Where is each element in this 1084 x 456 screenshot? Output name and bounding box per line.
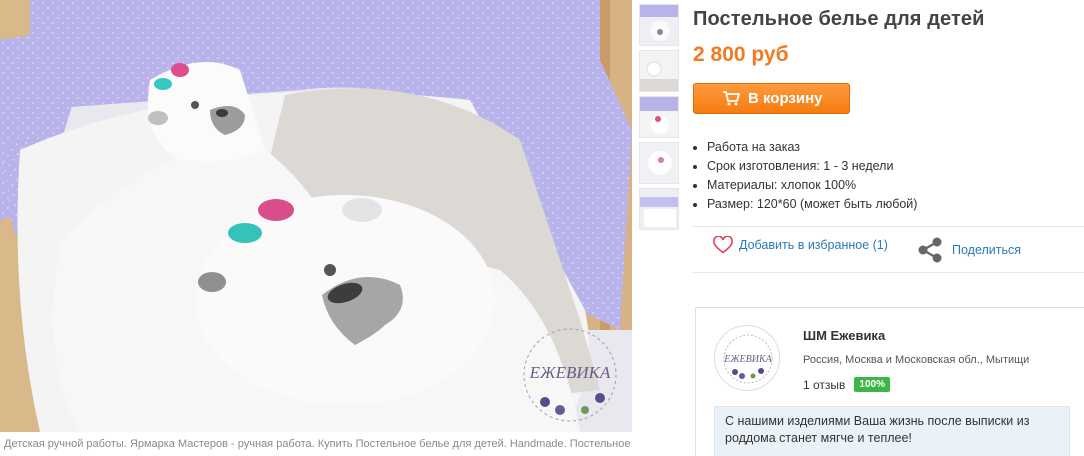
shop-card: ЕЖЕВИКА ШМ Ежевика Россия, Москва и Моск…: [695, 307, 1084, 456]
divider: [693, 272, 1084, 273]
product-features: Работа на заказ Срок изготовления: 1 - 3…: [693, 138, 1084, 214]
main-product-photo[interactable]: ЕЖЕВИКА: [0, 0, 632, 432]
shop-reviews: 1 отзыв 100%: [803, 377, 890, 392]
shop-logo-image: ЕЖЕВИКА: [718, 329, 778, 389]
thumbnail-5[interactable]: [639, 188, 679, 230]
share-link[interactable]: Поделиться: [916, 236, 1021, 264]
divider: [693, 226, 1084, 227]
image-caption: Детская ручной работы. Ярмарка Мастеров …: [4, 438, 631, 450]
share-icon: [918, 237, 942, 263]
thumbnail-strip: [639, 4, 681, 234]
product-title: Постельное белье для детей: [693, 8, 985, 30]
feature-item: Срок изготовления: 1 - 3 недели: [707, 157, 1084, 176]
product-price: 2 800 руб: [693, 43, 789, 66]
thumbnail-2[interactable]: [639, 50, 679, 92]
shop-name-link[interactable]: ШМ Ежевика: [803, 328, 885, 343]
add-to-cart-button[interactable]: В корзину: [693, 83, 850, 114]
add-to-favorites-link[interactable]: Добавить в избранное (1): [713, 236, 888, 254]
add-to-cart-label: В корзину: [748, 90, 823, 107]
heart-icon: [713, 236, 733, 254]
rating-badge: 100%: [854, 377, 890, 392]
shop-location: Россия, Москва и Московская обл., Мытищи: [803, 354, 1030, 366]
shop-logo-text: ЕЖЕВИКА: [723, 354, 772, 365]
shop-logo[interactable]: ЕЖЕВИКА: [714, 325, 780, 391]
photo-illustration: ЕЖЕВИКА: [0, 0, 632, 432]
feature-item: Работа на заказ: [707, 138, 1084, 157]
thumbnail-1[interactable]: [639, 4, 679, 46]
feature-item: Размер: 120*60 (может быть любой): [707, 195, 1084, 214]
feature-item: Материалы: хлопок 100%: [707, 176, 1084, 195]
review-count-link[interactable]: 1 отзыв: [803, 378, 845, 392]
product-actions: Добавить в избранное (1) Поделиться: [713, 234, 1084, 264]
product-info: Постельное белье для детей 2 800 руб В к…: [693, 0, 1084, 273]
thumbnail-4[interactable]: [639, 142, 679, 184]
share-label: Поделиться: [952, 243, 1022, 257]
add-to-favorites-label: Добавить в избранное (1): [739, 238, 888, 252]
cart-icon: [723, 91, 740, 106]
shop-quote: С нашими изделиями Ваша жизнь после выпи…: [714, 406, 1070, 456]
thumbnail-3[interactable]: [639, 96, 679, 138]
watermark-text: ЕЖЕВИКА: [529, 363, 611, 382]
